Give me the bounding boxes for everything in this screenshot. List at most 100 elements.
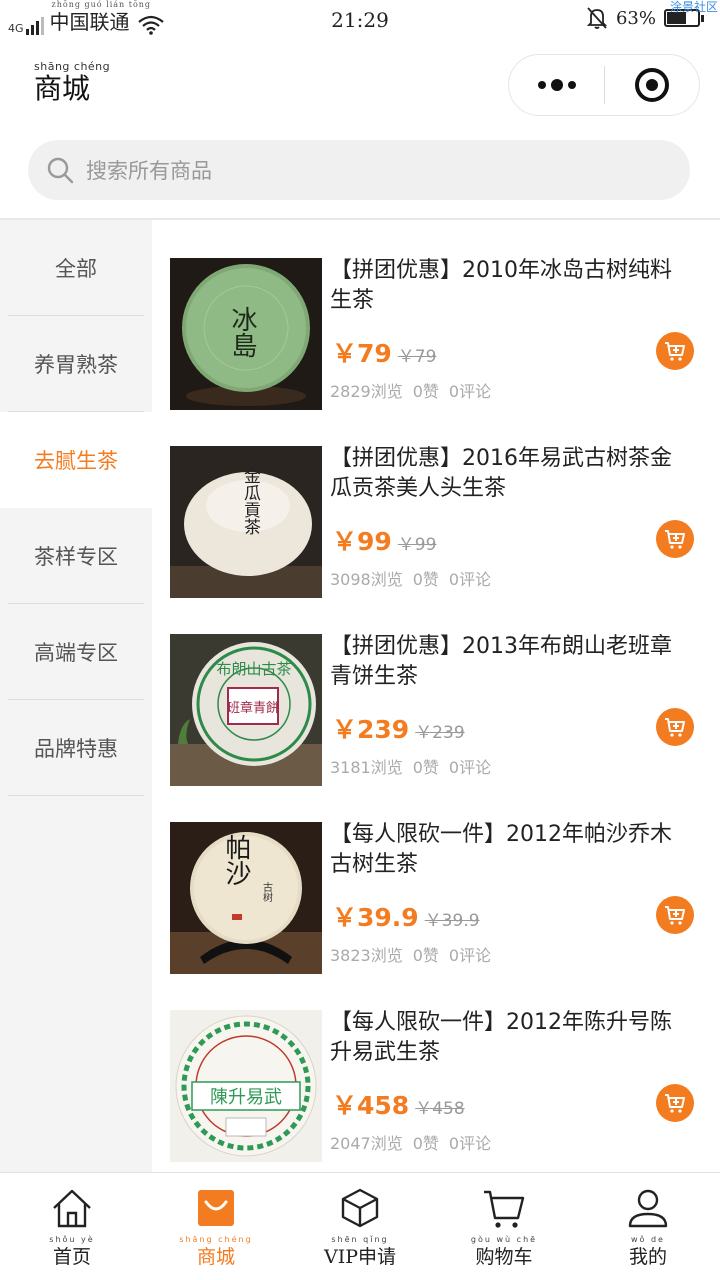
add-to-cart-button[interactable] bbox=[656, 1084, 694, 1122]
tab-cart-pinyin: gòu wù chē bbox=[470, 1235, 538, 1244]
product-item[interactable]: 陳升易武 【每人限砍一件】2012年陈升号陈升易武生茶 ￥458 ￥458 20… bbox=[152, 972, 720, 1162]
bell-off-icon bbox=[586, 7, 608, 29]
comments-count: 0评论 bbox=[448, 570, 492, 589]
search-icon bbox=[47, 157, 74, 184]
shopping-bag-icon bbox=[193, 1185, 239, 1231]
tab-mall-pinyin: shāng chéng bbox=[179, 1235, 253, 1244]
tab-home[interactable]: shǒu yè 首页 bbox=[0, 1173, 144, 1280]
price-row: ￥79 ￥79 bbox=[332, 334, 436, 370]
product-image[interactable]: 金瓜貢茶 bbox=[170, 446, 322, 598]
add-to-cart-button[interactable] bbox=[656, 708, 694, 746]
cart-add-icon bbox=[665, 906, 685, 925]
tab-home-label: 首页 bbox=[52, 1246, 91, 1268]
watermark: 涂景社区 bbox=[669, 0, 718, 14]
product-image[interactable]: 冰島 bbox=[170, 258, 322, 410]
price-row: ￥39.9 ￥39.9 bbox=[332, 898, 480, 934]
battery-percent: 63% bbox=[615, 7, 656, 29]
product-stats: 2829浏览 0赞 0评论 bbox=[330, 378, 501, 402]
original-price: ￥99 bbox=[397, 535, 437, 555]
tab-vip-label: VIP申请 bbox=[323, 1246, 396, 1268]
views-count: 2047浏览 bbox=[330, 1134, 403, 1153]
search-input[interactable]: 搜索所有商品 bbox=[86, 155, 212, 185]
original-price: ￥239 bbox=[415, 723, 465, 743]
category-sidebar: 全部 养胃熟茶 去腻生茶 茶样专区 高端专区 品牌特惠 bbox=[0, 220, 152, 1172]
product-image-stamp: 班章青餅 bbox=[227, 700, 279, 716]
more-dots-icon[interactable] bbox=[509, 55, 604, 115]
page-header: shāng chéng 商城 bbox=[0, 40, 720, 136]
add-to-cart-button[interactable] bbox=[656, 896, 694, 934]
product-stats: 3181浏览 0赞 0评论 bbox=[330, 754, 501, 778]
views-count: 2829浏览 bbox=[330, 382, 403, 401]
sidebar-item-samples[interactable]: 茶样专区 bbox=[0, 508, 152, 604]
product-image-text: 布朗山古茶 bbox=[216, 660, 291, 678]
product-title[interactable]: 【每人限砍一件】2012年帕沙乔木古树生茶 bbox=[330, 820, 682, 880]
product-price: ￥239 bbox=[332, 715, 410, 744]
views-count: 3098浏览 bbox=[330, 570, 403, 589]
product-image[interactable]: 帕沙 古树 bbox=[170, 822, 322, 974]
record-circle-icon[interactable] bbox=[605, 55, 699, 115]
sidebar-item-raw-tea[interactable]: 去腻生茶 bbox=[0, 412, 152, 508]
product-image-text: 陳升易武 bbox=[210, 1087, 282, 1108]
product-image-text: 帕沙 bbox=[221, 834, 251, 886]
likes-count: 0赞 bbox=[412, 758, 439, 777]
add-to-cart-button[interactable] bbox=[656, 332, 694, 370]
product-stats: 3098浏览 0赞 0评论 bbox=[330, 566, 501, 590]
product-item[interactable]: 帕沙 古树 【每人限砍一件】2012年帕沙乔木古树生茶 ￥39.9 ￥39.9 … bbox=[152, 784, 720, 974]
close-ring bbox=[635, 68, 669, 102]
tab-mine[interactable]: wǒ de 我的 bbox=[576, 1173, 720, 1280]
home-icon bbox=[49, 1185, 95, 1231]
user-icon bbox=[625, 1185, 671, 1231]
product-price: ￥39.9 bbox=[332, 903, 419, 932]
product-image[interactable]: 陳升易武 bbox=[170, 1010, 322, 1162]
tab-cart[interactable]: gòu wù chē 购物车 bbox=[432, 1173, 576, 1280]
comments-count: 0评论 bbox=[448, 382, 492, 401]
product-image[interactable]: 布朗山古茶 班章青餅 bbox=[170, 634, 322, 786]
product-title[interactable]: 【拼团优惠】2013年布朗山老班章青饼生茶 bbox=[330, 632, 682, 692]
product-price: ￥79 bbox=[332, 339, 392, 368]
product-image-sub: 古树 bbox=[261, 881, 273, 903]
views-count: 3181浏览 bbox=[330, 758, 403, 777]
cart-add-icon bbox=[665, 718, 685, 737]
price-row: ￥458 ￥458 bbox=[332, 1086, 465, 1122]
sidebar-item-all[interactable]: 全部 bbox=[0, 220, 152, 316]
search-bar[interactable]: 搜索所有商品 bbox=[28, 140, 690, 200]
tab-vip-pinyin: shēn qǐng bbox=[331, 1235, 389, 1244]
product-price: ￥458 bbox=[332, 1091, 410, 1120]
cart-add-icon bbox=[665, 342, 685, 361]
tab-mall[interactable]: shāng chéng 商城 bbox=[144, 1173, 288, 1280]
product-item[interactable]: 布朗山古茶 班章青餅 【拼团优惠】2013年布朗山老班章青饼生茶 ￥239 ￥2… bbox=[152, 596, 720, 786]
tab-home-pinyin: shǒu yè bbox=[49, 1235, 95, 1244]
likes-count: 0赞 bbox=[412, 570, 439, 589]
tab-vip[interactable]: shēn qǐng VIP申请 bbox=[288, 1173, 432, 1280]
comments-count: 0评论 bbox=[448, 946, 492, 965]
product-stats: 3823浏览 0赞 0评论 bbox=[330, 942, 501, 966]
sidebar-item-premium[interactable]: 高端专区 bbox=[0, 604, 152, 700]
price-row: ￥99 ￥99 bbox=[332, 522, 436, 558]
views-count: 3823浏览 bbox=[330, 946, 403, 965]
comments-count: 0评论 bbox=[448, 1134, 492, 1153]
likes-count: 0赞 bbox=[412, 1134, 439, 1153]
tab-mall-label: 商城 bbox=[196, 1246, 235, 1268]
mini-program-capsule bbox=[508, 54, 700, 116]
title-wrap: shāng chéng 商城 bbox=[34, 60, 110, 105]
price-row: ￥239 ￥239 bbox=[332, 710, 465, 746]
product-item[interactable]: 冰島 【拼团优惠】2010年冰岛古树纯料生茶 ￥79 ￥79 2829浏览 0赞 0… bbox=[152, 220, 720, 410]
product-image-text: 金瓜貢茶 bbox=[240, 467, 261, 535]
sidebar-item-ripe-tea[interactable]: 养胃熟茶 bbox=[0, 316, 152, 412]
original-price: ￥39.9 bbox=[424, 911, 480, 931]
product-title[interactable]: 【拼团优惠】2010年冰岛古树纯料生茶 bbox=[330, 256, 682, 316]
product-item[interactable]: 金瓜貢茶 【拼团优惠】2016年易武古树茶金瓜贡茶美人头生茶 ￥99 ￥99 3… bbox=[152, 408, 720, 598]
product-title[interactable]: 【每人限砍一件】2012年陈升号陈升易武生茶 bbox=[330, 1008, 682, 1068]
sidebar-item-brand-deals[interactable]: 品牌特惠 bbox=[0, 700, 152, 796]
bottom-tab-bar: shǒu yè 首页 shāng chéng 商城 shēn qǐng VIP申… bbox=[0, 1172, 720, 1280]
product-title[interactable]: 【拼团优惠】2016年易武古树茶金瓜贡茶美人头生茶 bbox=[330, 444, 682, 504]
product-stats: 2047浏览 0赞 0评论 bbox=[330, 1130, 501, 1154]
product-price: ￥99 bbox=[332, 527, 392, 556]
tab-mine-label: 我的 bbox=[628, 1246, 667, 1268]
original-price: ￥79 bbox=[397, 347, 437, 367]
tab-cart-label: 购物车 bbox=[475, 1246, 533, 1268]
product-image-text: 冰島 bbox=[227, 306, 257, 358]
cart-icon bbox=[481, 1185, 527, 1231]
add-to-cart-button[interactable] bbox=[656, 520, 694, 558]
comments-count: 0评论 bbox=[448, 758, 492, 777]
